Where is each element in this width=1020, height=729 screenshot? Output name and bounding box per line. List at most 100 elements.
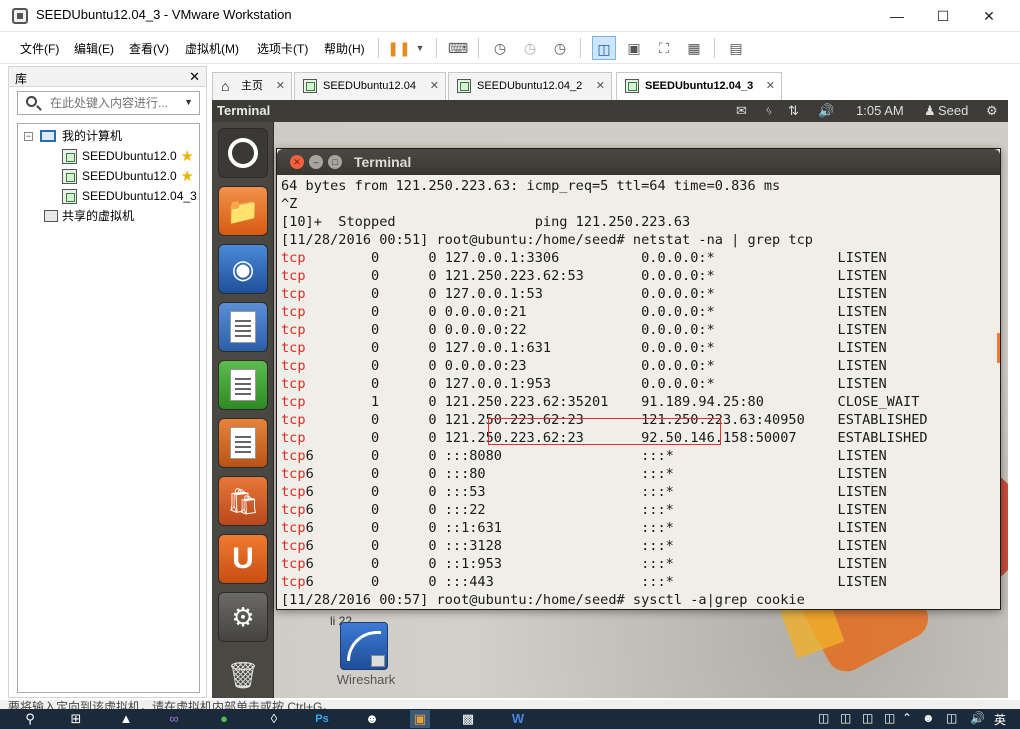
vm-tabbar: ⌂ 主页 ✕ SEEDUbuntu12.04 ✕ SEEDUbuntu12.04… xyxy=(212,70,1020,100)
library-search-input[interactable] xyxy=(50,95,182,111)
qq-tray-icon[interactable]: ☻ xyxy=(922,711,935,725)
word-icon[interactable]: W xyxy=(508,710,528,728)
network-tray-icon[interactable]: ◫ xyxy=(946,711,957,725)
terminal-taskbar-icon[interactable]: ▩ xyxy=(458,710,478,728)
menu-view[interactable]: 查看(V) xyxy=(129,40,169,57)
tree-vm-item[interactable]: SEEDUbuntu12.0 ★ xyxy=(18,146,198,166)
dash-home-button[interactable] xyxy=(218,128,268,178)
app-taskbar-icon[interactable]: ▲ xyxy=(116,710,136,728)
volume-icon[interactable]: 🔊 xyxy=(818,103,834,119)
mail-icon[interactable]: ✉ xyxy=(736,103,747,119)
software-center-icon[interactable]: 🛍 xyxy=(218,476,268,526)
scrollbar-indicator[interactable] xyxy=(997,333,1000,363)
minimize-button[interactable]: — xyxy=(874,0,920,32)
netstat-fields: 0 0 127.0.0.1:631 0.0.0.0:* LISTEN xyxy=(305,340,887,356)
snapshot-icon[interactable]: ◷ xyxy=(488,36,512,60)
full-screen-icon[interactable]: ⛶ xyxy=(652,36,676,60)
guest-screen[interactable]: Terminal ✉ ᛃ ⇅ 🔊 1:05 AM ♟ Seed ⚙ 📁 ◉ 🛍 … xyxy=(212,100,1008,698)
tab-vm-active[interactable]: SEEDUbuntu12.04_3 ✕ xyxy=(616,72,782,100)
vm-icon xyxy=(457,79,471,93)
tree-shared-vms[interactable]: 共享的虚拟机 xyxy=(18,206,198,226)
close-button[interactable]: ✕ xyxy=(966,0,1012,32)
tab-home[interactable]: ⌂ 主页 ✕ xyxy=(212,72,292,100)
menu-vm[interactable]: 虚拟机(M) xyxy=(185,40,239,57)
snapshot-manager-icon[interactable]: ◷ xyxy=(548,36,572,60)
netstat-row: tcp 1 0 121.250.223.62:35201 91.189.94.2… xyxy=(281,393,999,411)
minimize-icon[interactable]: – xyxy=(309,155,323,169)
tray-icon[interactable]: ◫ xyxy=(818,711,829,725)
tab-close-icon[interactable]: ✕ xyxy=(276,73,285,99)
tray-icon[interactable]: ◫ xyxy=(840,711,851,725)
tray-icon[interactable]: ◫ xyxy=(862,711,873,725)
console-view-icon[interactable]: ▤ xyxy=(724,36,748,60)
proto-suffix: 6 xyxy=(305,448,314,464)
volume-tray-icon[interactable]: 🔊 xyxy=(970,711,985,725)
unity-icon[interactable]: ▦ xyxy=(682,36,706,60)
windows-start-icon[interactable]: ⊞ xyxy=(66,710,86,728)
netstat-row: tcp6 0 0 :::8080 :::* LISTEN xyxy=(281,447,999,465)
tree-vm-item-selected[interactable]: SEEDUbuntu12.04_3 xyxy=(18,186,198,206)
thumbnail-bar-icon[interactable]: ▣ xyxy=(622,36,646,60)
user-name[interactable]: Seed xyxy=(938,103,968,118)
calc-launcher-icon[interactable] xyxy=(218,360,268,410)
tray-icon[interactable]: ◫ xyxy=(884,711,895,725)
tab-close-icon[interactable]: ✕ xyxy=(430,73,439,99)
unity-taskbar-icon[interactable]: ◊ xyxy=(264,710,284,728)
qq-icon[interactable]: ☻ xyxy=(362,710,382,728)
tab-close-icon[interactable]: ✕ xyxy=(596,73,605,99)
maximize-button[interactable]: ☐ xyxy=(920,0,966,32)
terminal-titlebar: ✕ – □ Terminal xyxy=(277,149,1000,175)
clock[interactable]: 1:05 AM xyxy=(856,103,904,118)
photoshop-icon[interactable]: Ps xyxy=(312,710,332,728)
gear-icon[interactable]: ⚙ xyxy=(986,103,998,119)
netstat-fields: 0 0 127.0.0.1:3306 0.0.0.0:* LISTEN xyxy=(305,250,887,266)
lock-icon xyxy=(371,655,385,667)
search-taskbar-icon[interactable]: ⚲ xyxy=(20,710,40,728)
firefox-launcher-icon[interactable]: ◉ xyxy=(218,244,268,294)
impress-launcher-icon[interactable] xyxy=(218,418,268,468)
terminal-output[interactable]: 64 bytes from 121.250.223.63: icmp_req=5… xyxy=(281,177,999,609)
tree-vm-item[interactable]: SEEDUbuntu12.0 ★ xyxy=(18,166,198,186)
toolbar-separator xyxy=(580,38,581,58)
ubuntu-logo-icon xyxy=(228,138,258,168)
tab-vm[interactable]: SEEDUbuntu12.04 ✕ xyxy=(294,72,446,100)
app-taskbar-icon[interactable]: ● xyxy=(214,710,234,728)
system-settings-icon[interactable]: ⚙ xyxy=(218,592,268,642)
terminal-window[interactable]: ✕ – □ Terminal 64 bytes from 121.250.223… xyxy=(276,148,1001,610)
menu-edit[interactable]: 编辑(E) xyxy=(74,40,114,57)
bluetooth-icon[interactable]: ᛃ xyxy=(765,103,773,118)
proto-label: tcp xyxy=(281,466,306,482)
writer-launcher-icon[interactable] xyxy=(218,302,268,352)
library-header: 库 ✕ xyxy=(9,67,206,87)
visual-studio-icon[interactable]: ∞ xyxy=(164,710,184,728)
library-close-icon[interactable]: ✕ xyxy=(189,69,200,85)
tree-my-computer[interactable]: − 我的计算机 xyxy=(18,126,198,146)
show-library-icon[interactable]: ◫ xyxy=(592,36,616,60)
chevron-up-icon[interactable]: ⌃ xyxy=(902,711,912,725)
collapse-icon[interactable]: − xyxy=(24,132,33,141)
close-icon[interactable]: ✕ xyxy=(290,155,304,169)
chevron-down-icon[interactable]: ▼ xyxy=(184,97,193,107)
menu-tabs[interactable]: 选项卡(T) xyxy=(257,40,308,57)
ubuntu-one-icon[interactable]: U xyxy=(218,534,268,584)
proto-suffix: 6 xyxy=(305,556,314,572)
wireshark-desktop-icon[interactable]: li 22 Wireshark xyxy=(330,612,400,692)
tab-vm[interactable]: SEEDUbuntu12.04_2 ✕ xyxy=(448,72,612,100)
menu-help[interactable]: 帮助(H) xyxy=(324,40,365,57)
trash-icon[interactable]: 🗑 xyxy=(218,650,268,698)
tab-close-icon[interactable]: ✕ xyxy=(766,73,775,99)
maximize-icon[interactable]: □ xyxy=(328,155,342,169)
send-ctrl-alt-del-icon[interactable]: ⌨ xyxy=(446,36,470,60)
vmware-taskbar-icon[interactable]: ▣ xyxy=(410,710,430,728)
proto-label: tcp xyxy=(281,538,306,554)
terminal-line: [11/28/2016 00:51] root@ubuntu:/home/see… xyxy=(281,232,813,248)
chevron-down-icon[interactable]: ▼ xyxy=(408,36,432,60)
menu-file[interactable]: 文件(F) xyxy=(20,40,59,57)
proto-label: tcp xyxy=(281,376,306,392)
netstat-fields: 0 0 ::1:631 :::* LISTEN xyxy=(313,520,887,536)
network-icon[interactable]: ⇅ xyxy=(788,103,799,119)
files-launcher-icon[interactable]: 📁 xyxy=(218,186,268,236)
tree-label: 我的计算机 xyxy=(62,129,123,143)
input-language[interactable]: 英 xyxy=(994,711,1006,728)
revert-snapshot-icon[interactable]: ◷ xyxy=(518,36,542,60)
